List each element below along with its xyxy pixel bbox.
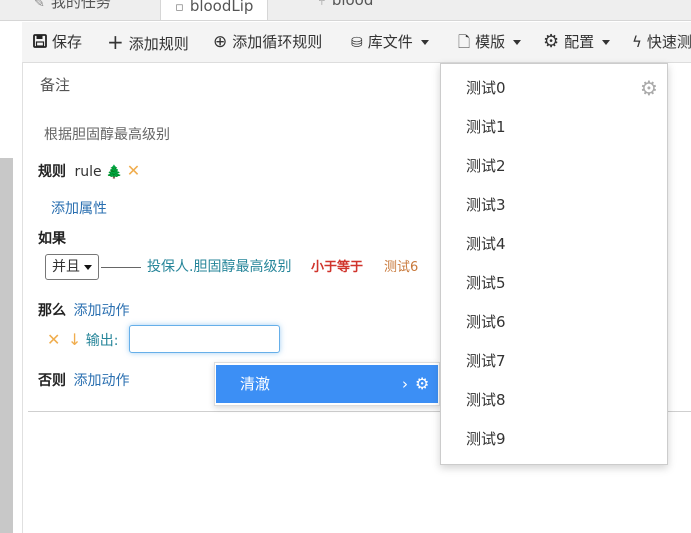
join-select[interactable]: 并且: [45, 254, 99, 280]
dropdown-item-label: 测试6: [466, 313, 506, 331]
save-label: 保存: [52, 33, 83, 51]
condition-connector: [101, 267, 141, 268]
dropdown-item-label: 测试1: [466, 118, 506, 136]
action-row: ✕ ↓ 输出:: [47, 330, 118, 350]
library-dropdown[interactable]: ⛁ 库文件: [351, 22, 429, 62]
add-rule-label: 添加规则: [128, 35, 189, 53]
add-property-link[interactable]: 添加属性: [51, 198, 107, 218]
toolbar: 保存 + 添加规则 ⊕ 添加循环规则 ⛁ 库文件 🗋 模版 ⚙ 配置 ϟ 快速测: [22, 22, 691, 63]
tab-strip: ✎ 我的任务 ▫ bloodLip ⑂ blood: [0, 0, 691, 21]
then-label: 那么: [38, 303, 66, 319]
config-dropdown[interactable]: ⚙ 配置: [543, 22, 611, 62]
save-button[interactable]: 保存: [33, 22, 82, 62]
dropdown-item-label: 测试3: [466, 196, 506, 214]
chevron-down-icon: [420, 40, 429, 45]
delete-rule-icon[interactable]: ✕: [127, 161, 140, 180]
output-label: 输出:: [85, 333, 119, 349]
gear-icon[interactable]: ⚙: [640, 78, 658, 98]
remark-text[interactable]: 根据胆固醇最高级别: [44, 124, 170, 144]
tab-label: blood: [331, 0, 374, 9]
dropdown-item-label: 测试4: [466, 235, 506, 253]
rule-name[interactable]: rule: [74, 164, 101, 180]
dropdown-item[interactable]: 测试2: [441, 147, 667, 186]
add-loop-rule-button[interactable]: ⊕ 添加循环规则: [213, 22, 322, 62]
template-label: 模版: [475, 33, 506, 51]
add-action-link[interactable]: 添加动作: [73, 303, 129, 319]
tab-label: 我的任务: [50, 0, 111, 11]
gear-icon: ⚙: [543, 31, 560, 52]
chevron-down-icon: [84, 264, 92, 270]
else-row: 否则 添加动作: [38, 370, 129, 390]
condition-variable[interactable]: 投保人.胆固醇最高级别: [147, 256, 291, 276]
plus-icon: +: [107, 30, 124, 54]
dropdown-item-label: 测试9: [466, 430, 506, 448]
output-input[interactable]: [129, 325, 280, 353]
dropdown-item-label: 测试0: [466, 79, 506, 97]
tab-my-tasks[interactable]: ✎ 我的任务: [34, 0, 111, 12]
scroll-gutter: [0, 158, 13, 533]
rule-row: 规则 rule 🌲 ✕: [38, 161, 140, 181]
chevron-down-icon: [513, 40, 522, 45]
quick-test-label: 快速测: [646, 33, 691, 51]
dropdown-item[interactable]: 测试7: [441, 342, 667, 381]
context-menu: 清澈 › ⚙: [214, 362, 440, 406]
else-add-action-link[interactable]: 添加动作: [73, 373, 129, 389]
config-label: 配置: [564, 33, 595, 51]
remark-heading: 备注: [40, 76, 71, 94]
tree-icon[interactable]: 🌲: [106, 165, 122, 180]
bolt-icon: ϟ: [632, 33, 642, 51]
then-row: 那么 添加动作: [38, 300, 129, 320]
join-select-value: 并且: [52, 259, 80, 275]
dropdown-item-label: 测试7: [466, 352, 506, 370]
else-label: 否则: [38, 373, 66, 389]
tab-label: bloodLip: [189, 0, 254, 15]
dropdown-item[interactable]: 测试9: [441, 420, 667, 459]
dropdown-item-label: 测试5: [466, 274, 506, 292]
if-label: 如果: [38, 231, 66, 247]
quick-test-button[interactable]: ϟ 快速测: [632, 22, 691, 62]
context-menu-item-label: 清澈: [240, 375, 271, 393]
save-icon: [33, 22, 47, 62]
dropdown-item[interactable]: 测试3: [441, 186, 667, 225]
add-rule-button[interactable]: + 添加规则: [107, 22, 189, 62]
template-dropdown[interactable]: 🗋 模版: [458, 22, 522, 62]
file-icon: ▫: [175, 0, 184, 15]
arrow-down-icon[interactable]: ↓: [68, 330, 81, 349]
branch-icon: ⑂: [318, 0, 326, 9]
cubes-icon: ⛁: [351, 35, 363, 51]
rule-label: 规则: [38, 164, 66, 180]
tab-blood[interactable]: ⑂ blood: [318, 0, 373, 9]
dropdown-item-label: 测试2: [466, 157, 506, 175]
dropdown-item-label: 测试8: [466, 391, 506, 409]
chevron-right-icon: ›: [402, 375, 408, 393]
library-label: 库文件: [367, 33, 413, 51]
tab-bloodlip[interactable]: ▫ bloodLip: [160, 0, 269, 20]
gear-icon[interactable]: ⚙: [415, 365, 429, 403]
plus-circle-icon: ⊕: [213, 32, 228, 52]
dropdown-item[interactable]: 测试4: [441, 225, 667, 264]
dropdown-item[interactable]: 测试6: [441, 303, 667, 342]
dropdown-item[interactable]: 测试5: [441, 264, 667, 303]
edit-icon: ✎: [34, 0, 45, 11]
dropdown-item[interactable]: 测试1: [441, 108, 667, 147]
condition-value[interactable]: 测试6: [384, 256, 418, 275]
chevron-down-icon: [602, 40, 611, 45]
value-dropdown: 测试0 测试1 测试2 测试3 测试4 测试5 测试6 测试7 测试8 测试9 …: [440, 63, 668, 465]
file-icon: 🗋: [458, 33, 471, 51]
condition-operator[interactable]: 小于等于: [311, 256, 363, 275]
dropdown-item[interactable]: 测试0: [441, 69, 667, 108]
dropdown-item[interactable]: 测试8: [441, 381, 667, 420]
add-loop-rule-label: 添加循环规则: [232, 33, 323, 51]
context-menu-item-clear[interactable]: 清澈 › ⚙: [216, 365, 438, 403]
delete-action-icon[interactable]: ✕: [47, 330, 60, 349]
